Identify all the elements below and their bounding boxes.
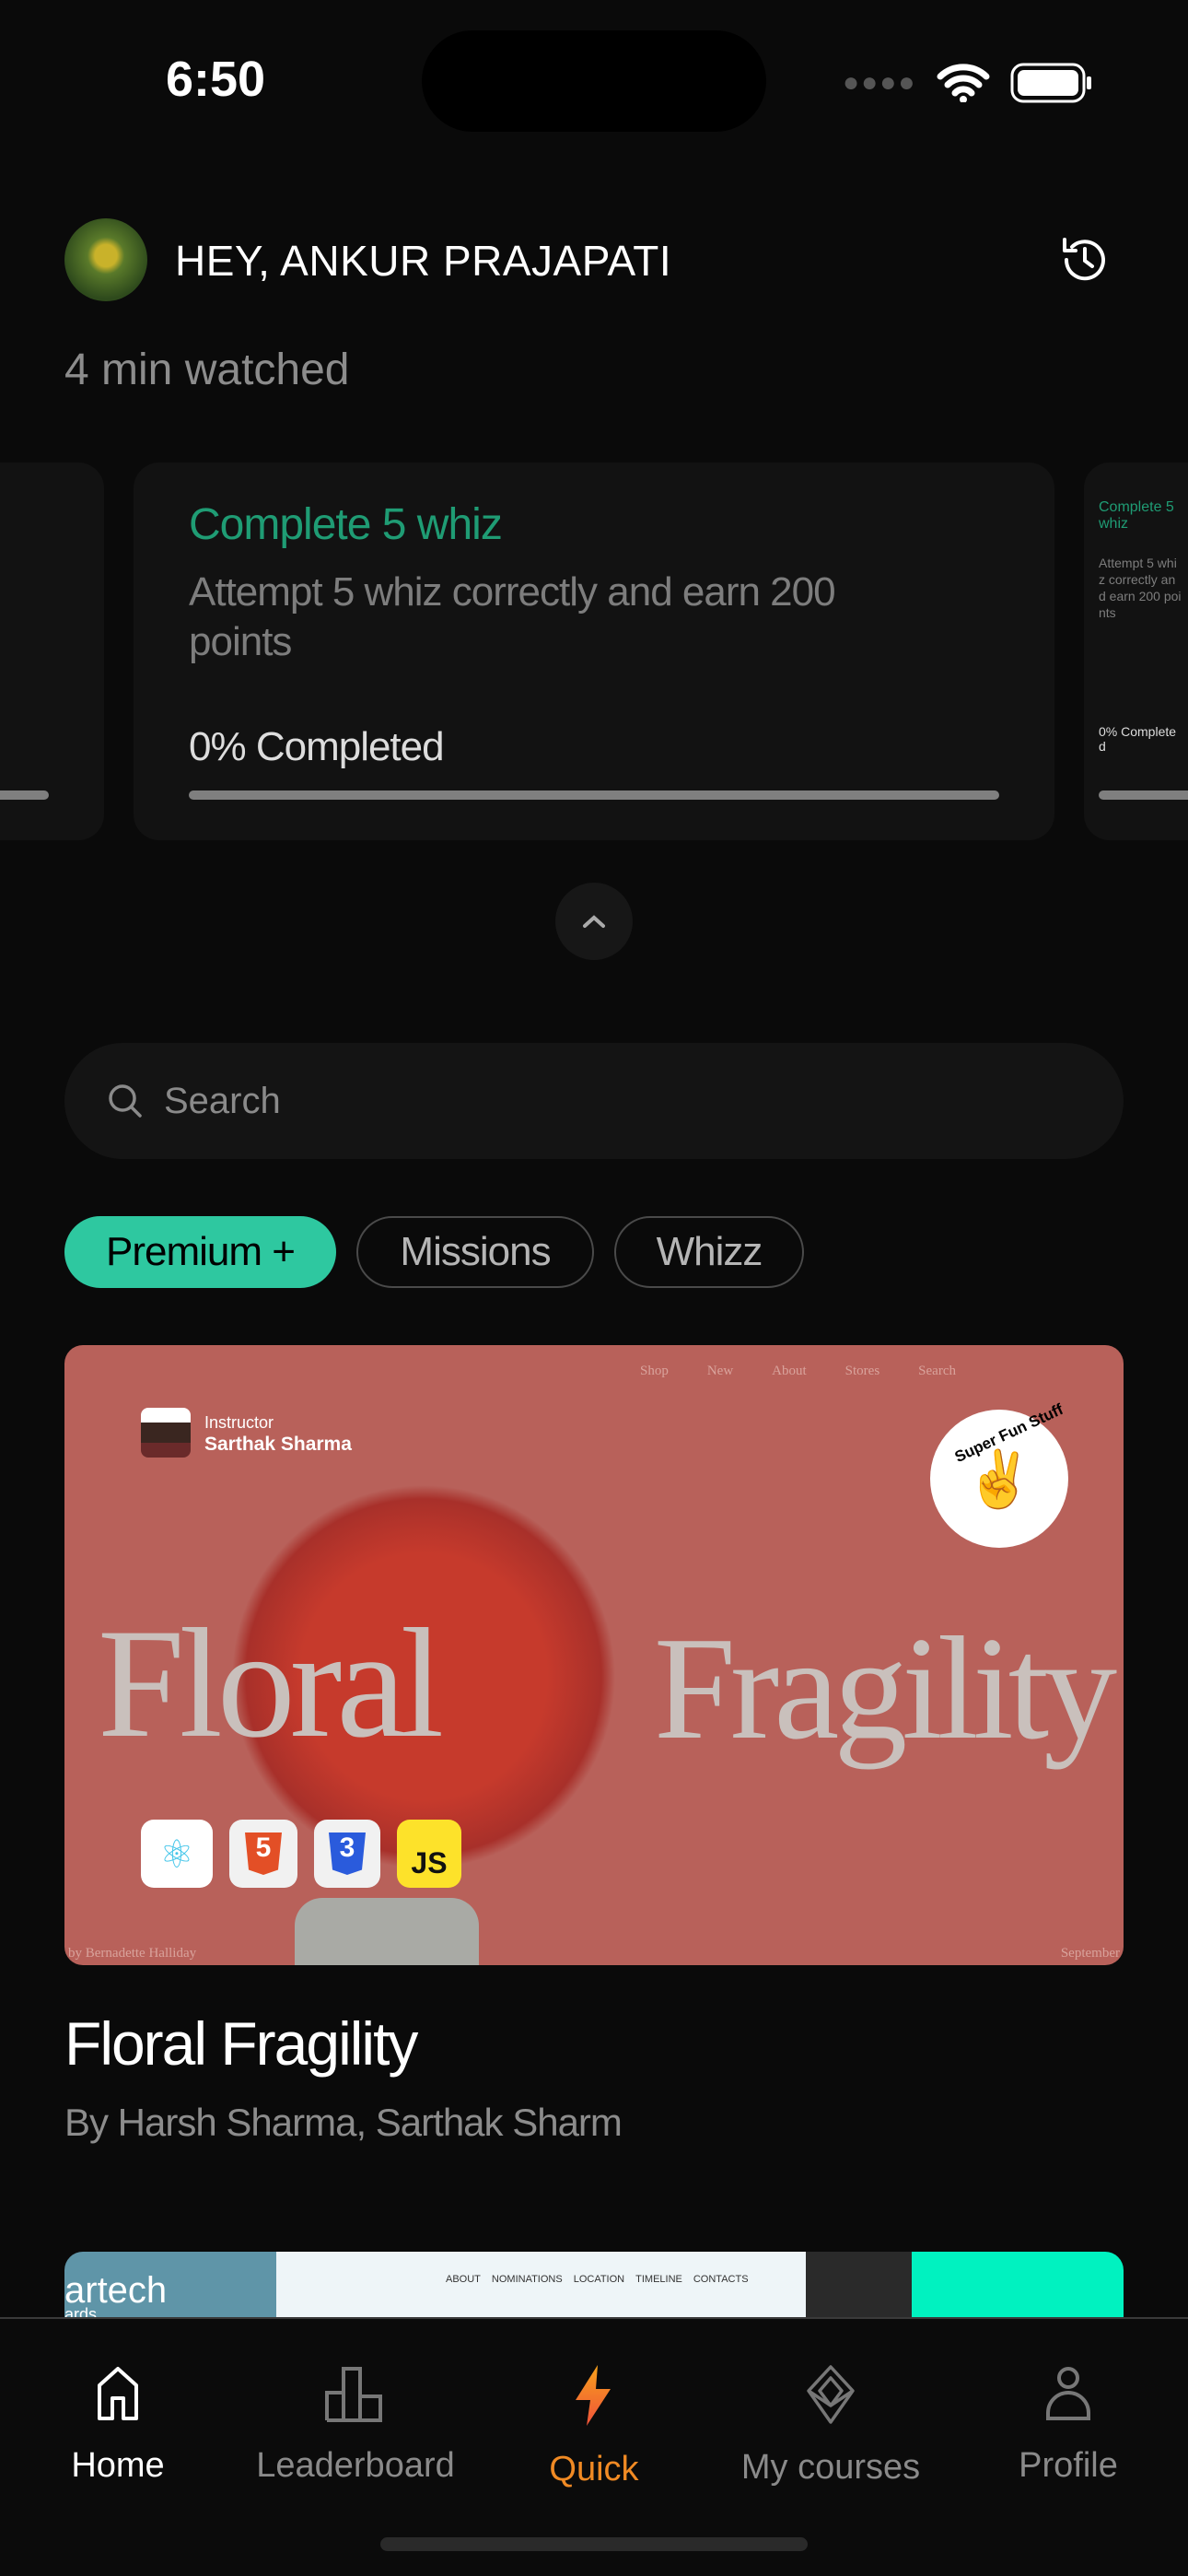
nav-home[interactable]: Home [7, 2365, 228, 2486]
thumb2-nav: ABOUT NOMINATIONS LOCATION TIMELINE CONT… [446, 2274, 749, 2285]
thumb2-nav-item: TIMELINE [635, 2274, 682, 2285]
battery-icon [1010, 63, 1092, 103]
mission-progress-label: 0% Completed [1099, 724, 1177, 754]
mission-description: Attempt 5 whiz correctly and earn 200 po… [1099, 556, 1182, 620]
collapse-button[interactable] [555, 883, 633, 960]
thumb-nav-item: Stores [844, 1364, 880, 1378]
mission-title: Complete 5 whiz [1099, 499, 1174, 532]
thumb2-nav-item: CONTACTS [693, 2274, 749, 2285]
chip-premium[interactable]: Premium + [64, 1216, 336, 1288]
avatar[interactable] [64, 218, 147, 301]
vase [295, 1898, 479, 1965]
progress-bar [1099, 790, 1188, 800]
progress-bar [0, 790, 49, 800]
mission-title: Complete 5 whiz [189, 500, 503, 549]
thumb2-nav-item: LOCATION [573, 2274, 625, 2285]
leaderboard-icon [325, 2367, 382, 2422]
watched-time: 4 min watched [64, 345, 350, 394]
search-icon [109, 1084, 142, 1118]
html5-icon: 5 [229, 1820, 297, 1888]
cube-icon [807, 2365, 855, 2424]
thumb2-nav-item: NOMINATIONS [491, 2274, 563, 2285]
nav-label: Profile [1019, 2446, 1118, 2485]
wifi-icon [937, 64, 990, 102]
status-time: 6:50 [166, 52, 266, 107]
mission-card-prev[interactable] [0, 463, 104, 840]
nav-quick[interactable]: Quick [483, 2365, 705, 2489]
bolt-icon [576, 2365, 611, 2426]
status-icons: ●●●● [843, 63, 1093, 103]
dynamic-island [422, 30, 766, 132]
instructor-label: Instructor [204, 1413, 274, 1432]
react-icon: ⚛ [141, 1820, 213, 1888]
mission-card[interactable]: Complete 5 whiz Attempt 5 whiz correctly… [134, 463, 1054, 840]
instructor-name: Sarthak Sharma [204, 1434, 352, 1455]
nav-label: Home [71, 2446, 165, 2485]
greeting: HEY, ANKUR PRAJAPATI [175, 237, 672, 285]
thumb-nav-item: Shop [640, 1364, 669, 1378]
thumb-nav-item: About [772, 1364, 807, 1378]
mission-progress-label: 0% Completed [189, 724, 445, 769]
signal-icon: ●●●● [843, 67, 917, 98]
course-thumbnail[interactable]: Shop New About Stores Search Instructor … [64, 1345, 1124, 1965]
nav-profile[interactable]: Profile [958, 2365, 1179, 2486]
course-title[interactable]: Floral Fragility [64, 2008, 418, 2078]
home-indicator[interactable] [380, 2537, 808, 2551]
search-placeholder: Search [164, 1080, 281, 1121]
thumb-nav: Shop New About Stores Search [640, 1364, 956, 1379]
home-icon [98, 2367, 138, 2420]
hero-left: Floral [98, 1597, 444, 1770]
search-input[interactable]: Search [64, 1043, 1124, 1159]
nav-label: Leaderboard [256, 2446, 455, 2485]
chip-missions[interactable]: Missions [356, 1216, 594, 1288]
thumb2-nav-item: ABOUT [446, 2274, 481, 2285]
thumb-footer-right: September [1060, 1946, 1120, 1961]
history-icon[interactable] [1057, 232, 1112, 287]
nav-leaderboard[interactable]: Leaderboard [245, 2365, 466, 2486]
nav-label: Quick [549, 2450, 639, 2488]
css3-icon: 3 [314, 1820, 380, 1888]
mission-card-next[interactable]: Complete 5 whiz Attempt 5 whiz correctly… [1084, 463, 1188, 840]
mission-description: Attempt 5 whiz correctly and earn 200 po… [189, 569, 836, 664]
chip-whizz[interactable]: Whizz [614, 1216, 804, 1288]
thumb-footer-left: by Bernadette Halliday [68, 1946, 197, 1961]
chevron-up-icon [583, 915, 605, 928]
progress-bar [189, 790, 999, 800]
tech-icons: ⚛ 5 3 JS [141, 1820, 461, 1888]
nav-label: My courses [740, 2448, 921, 2487]
thumb-nav-item: Search [918, 1364, 956, 1378]
thumb-nav-item: New [706, 1364, 734, 1378]
nav-my-courses[interactable]: My courses [720, 2365, 941, 2488]
instructor-photo [141, 1408, 191, 1458]
hero-right: Fragility [654, 1606, 1117, 1770]
js-icon: JS [397, 1820, 461, 1888]
course-authors: By Harsh Sharma, Sarthak Sharm [64, 2101, 623, 2144]
fun-badge: ✌ Super Fun Stuff [930, 1400, 1068, 1548]
profile-icon [1046, 2367, 1090, 2420]
